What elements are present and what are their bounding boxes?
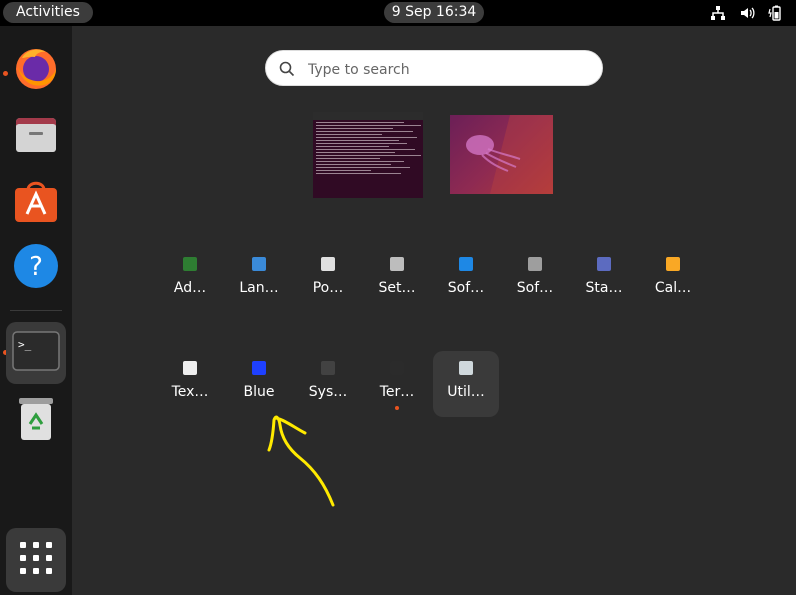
app-tile[interactable]: Ter… — [364, 351, 430, 417]
volume-icon[interactable] — [739, 5, 755, 21]
dock-separator — [10, 310, 62, 311]
app-icon — [321, 257, 335, 271]
app-icon — [252, 257, 266, 271]
dock-files[interactable] — [6, 106, 66, 166]
dock: ? >_ — [0, 26, 72, 595]
search-input[interactable] — [306, 59, 590, 81]
app-tile[interactable]: Sof… — [502, 247, 568, 313]
app-label: Blue — [243, 384, 275, 400]
search-bar[interactable] — [265, 50, 603, 86]
app-label: Cal… — [654, 280, 692, 296]
workspace-window-terminal[interactable] — [313, 112, 423, 198]
files-icon — [12, 110, 60, 162]
firefox-icon — [12, 44, 60, 96]
app-label: Sys… — [308, 384, 348, 400]
dock-help[interactable]: ? — [6, 238, 66, 298]
app-icon — [459, 361, 473, 375]
search-icon — [279, 61, 295, 81]
app-tile[interactable]: Util… — [433, 351, 499, 417]
app-label: Sta… — [585, 280, 623, 296]
running-indicator — [395, 406, 399, 410]
app-label: Ter… — [379, 384, 415, 400]
app-tile[interactable]: Po… — [295, 247, 361, 313]
app-icon — [528, 257, 542, 271]
app-icon — [390, 361, 404, 375]
system-tray[interactable] — [710, 3, 784, 23]
help-icon: ? — [12, 242, 60, 294]
battery-icon[interactable] — [768, 5, 784, 21]
dock-trash[interactable] — [6, 390, 66, 450]
app-label: Lan… — [239, 280, 279, 296]
app-tile[interactable]: Sys… — [295, 351, 361, 417]
app-tile[interactable]: Cal… — [640, 247, 706, 313]
app-icon — [390, 257, 404, 271]
clock-button[interactable]: 9 Sep 16:34 — [384, 2, 484, 23]
app-tile[interactable]: Sta… — [571, 247, 637, 313]
window-titlebar — [313, 112, 423, 120]
app-label: Tex… — [171, 384, 209, 400]
app-icon — [321, 361, 335, 375]
app-tile[interactable]: Blue — [226, 351, 292, 417]
app-icon — [183, 257, 197, 271]
app-icon — [183, 361, 197, 375]
trash-icon — [16, 394, 56, 446]
app-label: Sof… — [516, 280, 554, 296]
activities-button[interactable]: Activities — [3, 2, 93, 23]
show-apps-button[interactable] — [6, 528, 66, 592]
workspace-thumbnail[interactable] — [450, 115, 553, 194]
terminal-icon: >_ — [12, 331, 60, 375]
software-icon — [12, 176, 60, 228]
app-tile[interactable]: Sof… — [433, 247, 499, 313]
svg-text:?: ? — [29, 252, 43, 282]
app-tile[interactable]: Ad… — [157, 247, 223, 313]
app-tile[interactable]: Lan… — [226, 247, 292, 313]
network-icon[interactable] — [710, 5, 726, 21]
app-label: Set… — [378, 280, 416, 296]
app-label: Util… — [447, 384, 485, 400]
app-icon — [459, 257, 473, 271]
dock-firefox[interactable] — [6, 40, 66, 100]
app-label: Ad… — [173, 280, 207, 296]
app-label: Sof… — [447, 280, 485, 296]
app-icon — [597, 257, 611, 271]
app-icon — [666, 257, 680, 271]
grid-icon — [19, 541, 53, 579]
jellyfish-wallpaper — [466, 115, 553, 194]
app-tile[interactable]: Set… — [364, 247, 430, 313]
dock-terminal[interactable]: >_ — [6, 322, 66, 384]
app-icon — [252, 361, 266, 375]
app-label: Po… — [312, 280, 344, 296]
app-tile[interactable]: Tex… — [157, 351, 223, 417]
dock-software[interactable] — [6, 172, 66, 232]
top-bar: Activities 9 Sep 16:34 — [0, 0, 796, 26]
svg-text:>_: >_ — [18, 338, 32, 351]
